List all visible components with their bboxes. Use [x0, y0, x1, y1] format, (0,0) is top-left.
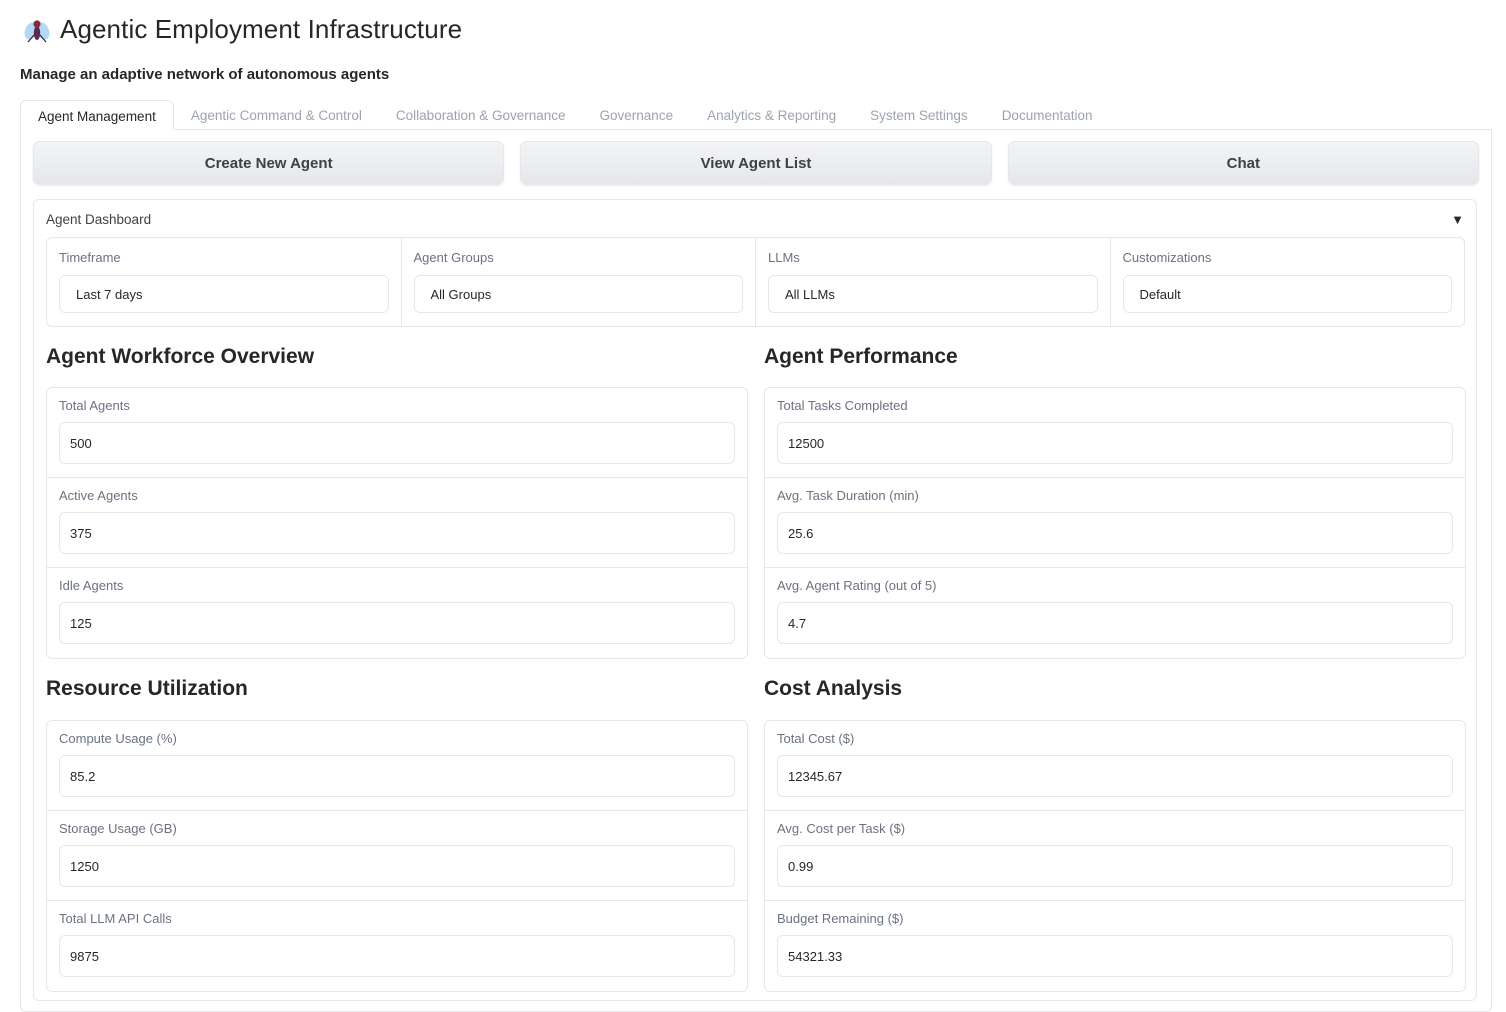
- filter-label: LLMs: [768, 250, 800, 265]
- metric-row: Idle Agents 125: [47, 568, 747, 658]
- filter-label: Timeframe: [59, 250, 121, 265]
- llm-api-calls-field[interactable]: 9875: [59, 935, 735, 977]
- filter-bar: Timeframe Last 7 days Agent Groups All G…: [46, 237, 1465, 327]
- cost-card: Total Cost ($) 12345.67 Avg. Cost per Ta…: [764, 720, 1466, 992]
- storage-usage-field[interactable]: 1250: [59, 845, 735, 887]
- accordion-title: Agent Dashboard: [46, 211, 152, 227]
- metric-row: Storage Usage (GB) 1250: [47, 811, 747, 901]
- agent-groups-dropdown[interactable]: All Groups: [413, 275, 743, 313]
- tab-system-settings[interactable]: System Settings: [853, 100, 985, 130]
- app-header: Agentic Employment Infrastructure: [22, 14, 462, 45]
- filter-label: Customizations: [1122, 250, 1212, 265]
- metric-label: Total LLM API Calls: [59, 911, 172, 926]
- accordion-header[interactable]: Agent Dashboard ▼: [34, 200, 1476, 238]
- tab-documentation[interactable]: Documentation: [985, 100, 1110, 130]
- resources-section-title: Resource Utilization: [46, 677, 248, 700]
- metric-label: Total Cost ($): [777, 731, 855, 746]
- metric-label: Active Agents: [59, 488, 138, 503]
- workforce-section-title: Agent Workforce Overview: [46, 345, 315, 368]
- customizations-dropdown[interactable]: Default: [1122, 275, 1452, 313]
- metric-row: Avg. Task Duration (min) 25.6: [765, 478, 1465, 568]
- filter-llms: LLMs All LLMs: [756, 238, 1111, 326]
- metric-row: Total Tasks Completed 12500: [765, 388, 1465, 478]
- metric-row: Total Cost ($) 12345.67: [765, 721, 1465, 811]
- agent-dashboard-accordion: Agent Dashboard ▼ Timeframe Last 7 days …: [33, 199, 1477, 1001]
- tab-collaboration-governance[interactable]: Collaboration & Governance: [379, 100, 583, 130]
- metric-row: Avg. Cost per Task ($) 0.99: [765, 811, 1465, 901]
- metric-row: Budget Remaining ($) 54321.33: [765, 901, 1465, 991]
- metric-label: Budget Remaining ($): [777, 911, 904, 926]
- metric-label: Avg. Agent Rating (out of 5): [777, 578, 937, 593]
- tab-agent-management[interactable]: Agent Management: [20, 100, 174, 130]
- app-title: Agentic Employment Infrastructure: [60, 14, 463, 44]
- idle-agents-field[interactable]: 125: [59, 602, 735, 644]
- metric-row: Total LLM API Calls 9875: [47, 901, 747, 991]
- triangle-down-icon[interactable]: ▼: [1451, 212, 1464, 227]
- workforce-card: Total Agents 500 Active Agents 375 Idle …: [46, 387, 748, 659]
- view-agent-list-button[interactable]: View Agent List: [520, 141, 992, 185]
- avg-agent-rating-field[interactable]: 4.7: [777, 602, 1453, 644]
- metric-row: Compute Usage (%) 85.2: [47, 721, 747, 811]
- metric-row: Avg. Agent Rating (out of 5) 4.7: [765, 568, 1465, 658]
- chat-button[interactable]: Chat: [1007, 141, 1479, 185]
- active-agents-field[interactable]: 375: [59, 512, 735, 554]
- metric-label: Storage Usage (GB): [59, 821, 177, 836]
- tab-governance[interactable]: Governance: [583, 100, 691, 130]
- filter-timeframe: Timeframe Last 7 days: [47, 238, 402, 326]
- total-tasks-field[interactable]: 12500: [777, 422, 1453, 464]
- metric-row: Total Agents 500: [47, 388, 747, 478]
- resources-card: Compute Usage (%) 85.2 Storage Usage (GB…: [46, 720, 748, 992]
- avg-cost-per-task-field[interactable]: 0.99: [777, 845, 1453, 887]
- budget-remaining-field[interactable]: 54321.33: [777, 935, 1453, 977]
- timeframe-dropdown[interactable]: Last 7 days: [59, 275, 389, 313]
- metric-label: Idle Agents: [59, 578, 124, 593]
- performance-card: Total Tasks Completed 12500 Avg. Task Du…: [764, 387, 1466, 659]
- filter-label: Agent Groups: [413, 250, 494, 265]
- compute-usage-field[interactable]: 85.2: [59, 755, 735, 797]
- metric-label: Total Tasks Completed: [777, 398, 908, 413]
- metric-label: Total Agents: [59, 398, 130, 413]
- total-cost-field[interactable]: 12345.67: [777, 755, 1453, 797]
- metric-label: Avg. Task Duration (min): [777, 488, 919, 503]
- filter-customizations: Customizations Default: [1111, 238, 1465, 326]
- create-agent-button[interactable]: Create New Agent: [33, 141, 505, 185]
- cost-section-title: Cost Analysis: [764, 677, 903, 700]
- llms-dropdown[interactable]: All LLMs: [768, 275, 1098, 313]
- main-tabs: Agent Management Agentic Command & Contr…: [20, 100, 1492, 130]
- action-bar: Create New Agent View Agent List Chat: [33, 141, 1479, 185]
- metric-label: Avg. Cost per Task ($): [777, 821, 906, 836]
- fly-icon: [24, 19, 50, 42]
- metric-label: Compute Usage (%): [59, 731, 177, 746]
- total-agents-field[interactable]: 500: [59, 422, 735, 464]
- performance-section-title: Agent Performance: [764, 345, 958, 368]
- filter-agent-groups: Agent Groups All Groups: [402, 238, 756, 326]
- avg-task-duration-field[interactable]: 25.6: [777, 512, 1453, 554]
- app-subtitle: Manage an adaptive network of autonomous…: [20, 66, 390, 83]
- tab-analytics-reporting[interactable]: Analytics & Reporting: [690, 100, 853, 130]
- tab-agentic-command-control[interactable]: Agentic Command & Control: [174, 100, 379, 130]
- metric-row: Active Agents 375: [47, 478, 747, 568]
